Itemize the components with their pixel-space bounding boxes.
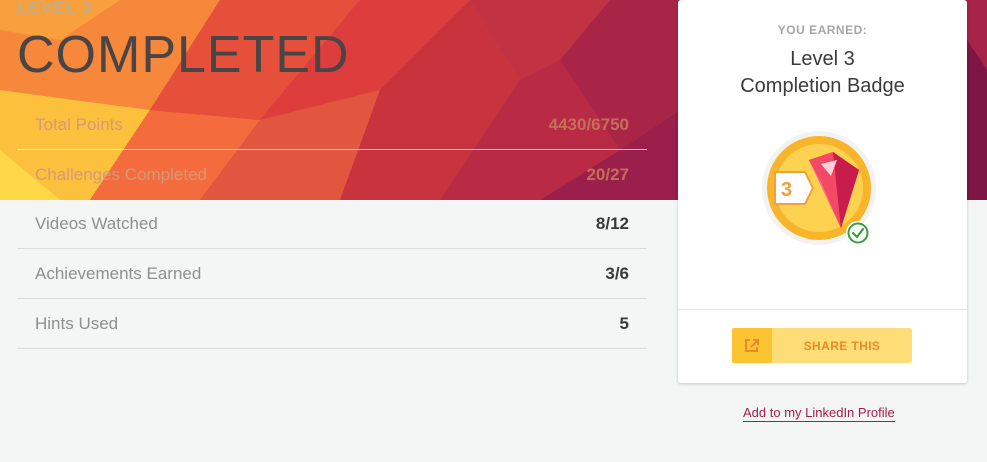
card-divider xyxy=(678,309,967,310)
card-eyebrow: YOU EARNED: xyxy=(777,23,868,37)
stat-value: 3/6 xyxy=(605,264,629,283)
stat-label: Challenges Completed xyxy=(35,165,207,184)
stats-list: Total Points 4430/6750 Challenges Comple… xyxy=(17,100,647,349)
stat-value: 20/27 xyxy=(586,165,629,184)
level-tag-icon: 3 xyxy=(774,171,815,205)
share-icon-container xyxy=(732,328,772,363)
share-button[interactable]: SHARE THIS xyxy=(732,328,912,363)
badge-title-line1: Level 3 xyxy=(790,48,855,70)
stat-row-videos-watched: Videos Watched 8/12 xyxy=(17,199,647,249)
stat-value: 5 xyxy=(619,314,629,333)
badge-level-number: 3 xyxy=(781,179,792,201)
stat-row-achievements-earned: Achievements Earned 3/6 xyxy=(17,249,647,299)
level-label: LEVEL 3 xyxy=(17,0,93,17)
stat-row-total-points: Total Points 4430/6750 xyxy=(17,100,647,150)
stat-label: Videos Watched xyxy=(35,214,158,233)
completed-title: COMPLETED xyxy=(17,26,350,84)
stat-label: Total Points xyxy=(35,115,123,134)
stat-row-challenges-completed: Challenges Completed 20/27 xyxy=(17,150,647,199)
stat-value: 8/12 xyxy=(595,214,629,233)
badge-card: YOU EARNED: Level 3 Completion Badge 3 S… xyxy=(678,0,967,383)
stat-label: Hints Used xyxy=(35,314,119,333)
stat-label: Achievements Earned xyxy=(35,264,202,283)
share-button-label: SHARE THIS xyxy=(803,339,881,353)
badge-image: 3 xyxy=(761,130,885,259)
check-circle-icon xyxy=(846,221,870,245)
add-to-linkedin-link[interactable]: Add to my LinkedIn Profile xyxy=(743,405,895,422)
badge-title-line2: Completion Badge xyxy=(740,75,905,97)
share-icon xyxy=(745,339,759,352)
stat-row-hints-used: Hints Used 5 xyxy=(17,299,647,349)
stat-value: 4430/6750 xyxy=(548,115,629,134)
